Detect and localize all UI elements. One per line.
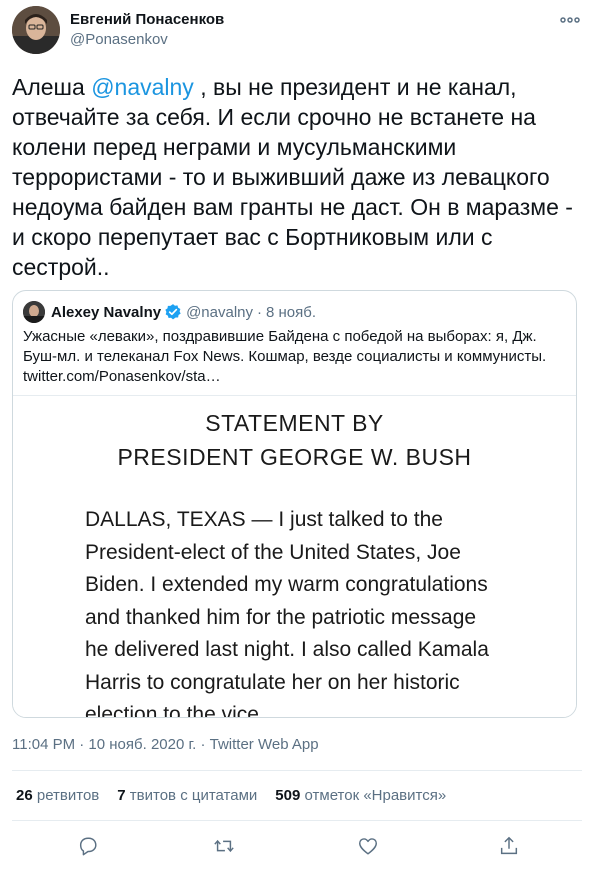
mention-link[interactable]: @navalny bbox=[91, 74, 194, 100]
quoted-separator: · bbox=[257, 303, 263, 321]
tweet-text-start: Алеша bbox=[12, 74, 92, 100]
retweets-count: 26 bbox=[16, 787, 33, 804]
author-names: Евгений Понасенков @Ponasenkov bbox=[70, 10, 224, 50]
statement-title-line2: PRESIDENT GEORGE W. BUSH bbox=[117, 444, 472, 470]
likes-stat[interactable]: 509 отметок «Нравится» bbox=[275, 787, 446, 804]
author-avatar[interactable] bbox=[12, 6, 60, 54]
quoted-avatar bbox=[23, 301, 45, 323]
tweet-timestamp[interactable]: 11:04 PM · 10 нояб. 2020 г. · Twitter We… bbox=[12, 736, 319, 753]
quotes-stat[interactable]: 7 твитов с цитатами bbox=[117, 787, 257, 804]
share-icon bbox=[500, 836, 518, 855]
tweet-text-rest: , вы не президент и не канал, отвечайте … bbox=[12, 74, 580, 280]
retweet-button[interactable] bbox=[210, 832, 238, 860]
quoted-author-name: Alexey Navalny bbox=[51, 303, 162, 321]
quoted-image[interactable]: STATEMENT BY PRESIDENT GEORGE W. BUSH DA… bbox=[13, 395, 576, 718]
retweets-stat[interactable]: 26 ретвитов bbox=[16, 787, 99, 804]
quoted-tweet-header: Alexey Navalny @navalny · 8 нояб. bbox=[23, 301, 316, 323]
retweet-icon bbox=[214, 839, 234, 853]
tweet-text: Алеша @navalny , вы не президент и не ка… bbox=[12, 72, 584, 282]
retweets-label: ретвитов bbox=[36, 787, 100, 804]
verified-icon bbox=[165, 304, 181, 320]
quoted-text: Ужасные «леваки», поздравившие Байдена с… bbox=[23, 328, 547, 385]
statement-title-line1: STATEMENT BY bbox=[205, 410, 384, 436]
tweet-header: Евгений Понасенков @Ponasenkov bbox=[12, 6, 582, 56]
reply-button[interactable] bbox=[74, 832, 102, 860]
tweet: Евгений Понасенков @Ponasenkov Алеша @na… bbox=[0, 0, 594, 870]
likes-count: 509 bbox=[275, 787, 301, 804]
tweet-stats: 26 ретвитов 7 твитов с цитатами 509 отме… bbox=[16, 787, 464, 804]
quoted-author-handle: @navalny bbox=[186, 303, 254, 321]
author-display-name[interactable]: Евгений Понасенков bbox=[70, 10, 224, 30]
like-button[interactable] bbox=[354, 832, 382, 860]
reply-icon bbox=[79, 837, 97, 856]
like-icon bbox=[359, 838, 377, 855]
quotes-label: твитов с цитатами bbox=[129, 787, 258, 804]
likes-label: отметок «Нравится» bbox=[304, 787, 447, 804]
action-bar bbox=[12, 832, 582, 860]
divider bbox=[12, 820, 582, 821]
quoted-date: 8 нояб. bbox=[266, 303, 317, 321]
quoted-tweet[interactable]: Alexey Navalny @navalny · 8 нояб. Ужасны… bbox=[12, 290, 577, 718]
share-button[interactable] bbox=[495, 832, 523, 860]
divider bbox=[12, 770, 582, 771]
author-handle[interactable]: @Ponasenkov bbox=[70, 30, 224, 50]
statement-body: DALLAS, TEXAS — I just talked to the Pre… bbox=[85, 508, 489, 718]
more-icon[interactable] bbox=[558, 8, 582, 32]
quotes-count: 7 bbox=[117, 787, 126, 804]
